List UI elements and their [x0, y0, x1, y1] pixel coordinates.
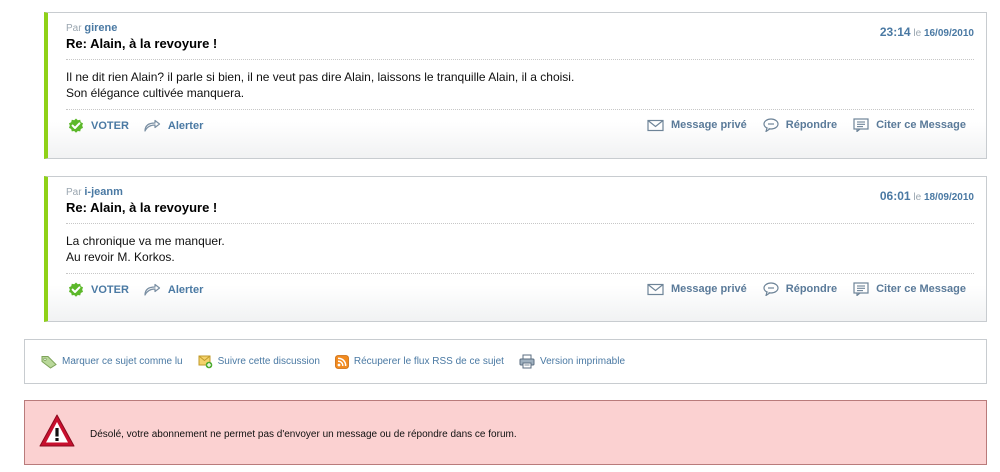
print-label: Version imprimable: [539, 356, 626, 367]
quote-icon: [853, 282, 869, 296]
vote-button[interactable]: VOTER: [68, 118, 129, 134]
post-timestamp: 06:01 le 18/09/2010: [880, 189, 974, 203]
forum-post: Par i-jeanm Re: Alain, à la revoyure ! 0…: [44, 176, 987, 322]
vote-button[interactable]: VOTER: [68, 282, 129, 298]
print-link[interactable]: Version imprimable: [519, 354, 625, 369]
envelope-icon: [647, 119, 664, 131]
post-author[interactable]: girene: [84, 22, 117, 34]
vote-label: VOTER: [91, 284, 129, 296]
vote-label: VOTER: [91, 120, 129, 132]
post-body: Il ne dit rien Alain? il parle si bien, …: [66, 69, 574, 101]
follow-label: Suivre cette discussion: [217, 356, 320, 367]
quote-button[interactable]: Citer ce Message: [853, 118, 966, 132]
post-line: Son élégance cultivée manquera.: [66, 86, 245, 100]
post-subject: Re: Alain, à la revoyure !: [66, 36, 218, 51]
post-time: 23:14: [879, 25, 911, 39]
error-message: Désolé, votre abonnement ne permet pas d…: [90, 429, 517, 440]
post-author[interactable]: i-jeanm: [84, 186, 123, 198]
mark-read-link[interactable]: Marquer ce sujet comme lu: [41, 355, 183, 369]
post-date: 16/09/2010: [923, 28, 974, 39]
rss-link[interactable]: Récuperer le flux RSS de ce sujet: [334, 354, 504, 369]
alert-button[interactable]: Alerter: [143, 119, 203, 133]
divider: [66, 59, 974, 60]
post-date: 18/09/2010: [923, 192, 974, 203]
divider: [66, 273, 974, 274]
post-line: La chronique va me manquer.: [66, 234, 225, 248]
mark-read-label: Marquer ce sujet comme lu: [62, 356, 183, 367]
follow-link[interactable]: Suivre cette discussion: [198, 354, 320, 369]
quote-label: Citer ce Message: [876, 283, 966, 295]
alert-label: Alerter: [167, 284, 204, 296]
vote-check-icon: [69, 282, 83, 297]
post-time: 06:01: [879, 189, 911, 203]
quote-label: Citer ce Message: [876, 119, 966, 131]
rss-label: Récuperer le flux RSS de ce sujet: [353, 356, 504, 367]
reply-label: Répondre: [785, 283, 838, 295]
post-subject: Re: Alain, à la revoyure !: [66, 200, 218, 215]
vote-check-icon: [69, 118, 83, 133]
reply-label: Répondre: [785, 119, 838, 131]
by-label: Par: [66, 187, 82, 198]
tag-icon: [41, 355, 57, 369]
private-message-button[interactable]: Message privé: [647, 119, 747, 132]
post-line: Il ne dit rien Alain? il parle si bien, …: [66, 70, 575, 84]
divider: [66, 223, 974, 224]
date-prefix: le: [913, 192, 922, 203]
rss-icon: [334, 354, 349, 369]
reply-button[interactable]: Répondre: [763, 282, 837, 296]
private-message-label: Message privé: [670, 119, 747, 131]
alert-arrow-icon: [144, 119, 161, 132]
envelope-icon: [647, 283, 664, 295]
alert-label: Alerter: [167, 120, 204, 132]
alert-arrow-icon: [144, 283, 161, 296]
warning-triangle-icon: [39, 414, 75, 447]
divider: [66, 109, 974, 110]
topic-toolbar: Marquer ce sujet comme lu Suivre cette d…: [24, 339, 987, 384]
forum-post: Par girene Re: Alain, à la revoyure ! 23…: [44, 12, 987, 159]
speech-bubble-icon: [763, 282, 779, 296]
post-meta: Par girene: [66, 22, 117, 34]
post-timestamp: 23:14 le 16/09/2010: [880, 25, 974, 39]
permission-error-box: Désolé, votre abonnement ne permet pas d…: [24, 400, 987, 465]
printer-icon: [519, 354, 535, 369]
private-message-label: Message privé: [670, 283, 747, 295]
reply-button[interactable]: Répondre: [763, 118, 837, 132]
private-message-button[interactable]: Message privé: [647, 283, 747, 296]
follow-icon: [198, 355, 212, 369]
date-prefix: le: [913, 28, 922, 39]
quote-button[interactable]: Citer ce Message: [853, 282, 966, 296]
post-meta: Par i-jeanm: [66, 186, 123, 198]
alert-button[interactable]: Alerter: [143, 283, 203, 297]
speech-bubble-icon: [763, 118, 779, 132]
by-label: Par: [66, 23, 82, 34]
quote-icon: [853, 118, 869, 132]
post-line: Au revoir M. Korkos.: [66, 250, 175, 264]
post-body: La chronique va me manquer. Au revoir M.…: [66, 233, 225, 265]
